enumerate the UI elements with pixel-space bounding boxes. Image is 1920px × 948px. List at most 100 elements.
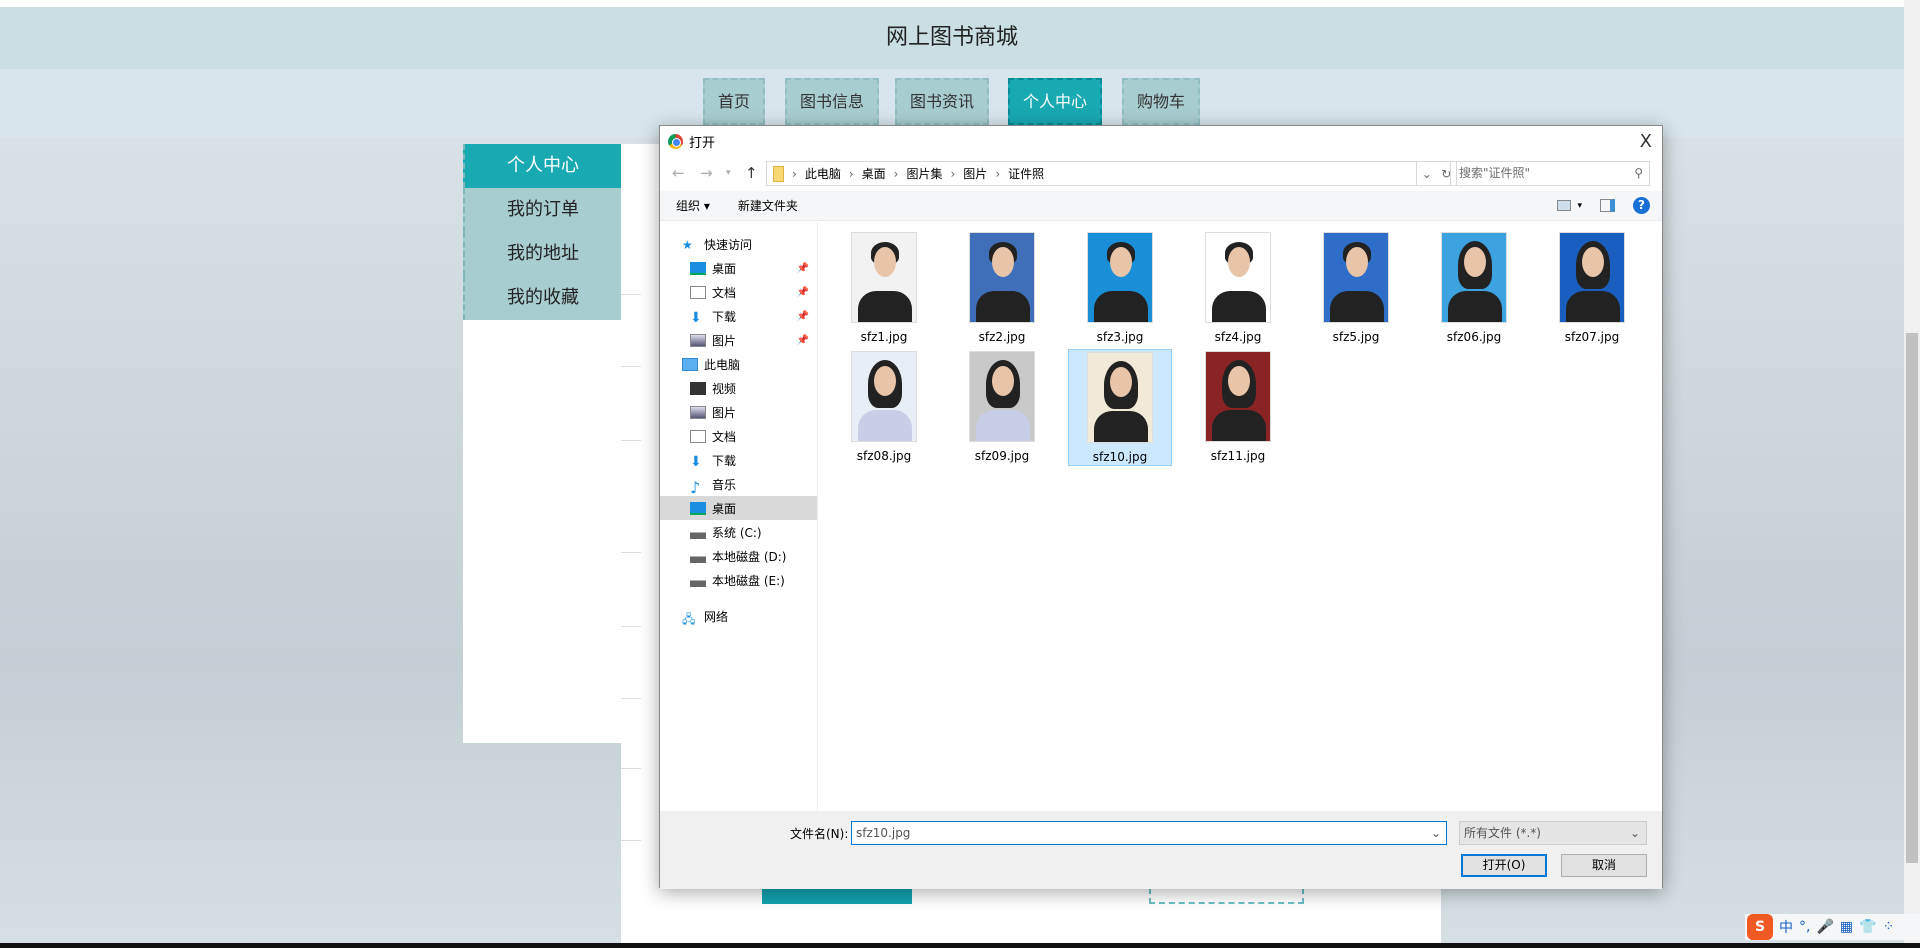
file-item[interactable]: sfz2.jpg	[950, 230, 1054, 347]
sidebar-item-orders[interactable]: 我的订单	[463, 188, 621, 232]
ime-skin-icon[interactable]: 👕	[1859, 919, 1876, 935]
reset-button[interactable]	[1149, 888, 1304, 904]
filename-label: 文件名(N):	[790, 827, 849, 841]
file-item[interactable]: sfz09.jpg	[950, 349, 1054, 466]
nav-item-label: 桌面	[712, 501, 737, 516]
sogou-logo-icon[interactable]: S	[1747, 914, 1773, 940]
forward-icon[interactable]: →	[700, 164, 713, 182]
video-icon	[690, 381, 706, 395]
file-item[interactable]: sfz06.jpg	[1422, 230, 1526, 347]
view-options-icon[interactable]	[1557, 200, 1572, 211]
pictures-icon	[690, 333, 706, 347]
file-item[interactable]: sfz07.jpg	[1540, 230, 1644, 347]
cancel-button[interactable]: 取消	[1561, 854, 1647, 877]
pin-icon[interactable]: 📌	[797, 311, 809, 322]
close-button[interactable]: X	[1640, 131, 1652, 152]
breadcrumb[interactable]: › 此电脑 › 桌面 › 图片集 › 图片 › 证件照	[766, 161, 1417, 186]
file-item[interactable]: sfz10.jpg	[1068, 349, 1172, 466]
file-item[interactable]: sfz3.jpg	[1068, 230, 1172, 347]
ime-punct-icon[interactable]: °,	[1799, 919, 1810, 935]
download-icon: ⬇	[690, 453, 702, 470]
ime-toolbar[interactable]: S 中 °, 🎤 ▦ 👕 ⁘	[1745, 914, 1920, 940]
nav-item[interactable]: 系统 (C:)	[660, 520, 817, 544]
file-name: sfz07.jpg	[1564, 330, 1620, 344]
nav-item[interactable]: ♪ 音乐	[660, 472, 817, 497]
breadcrumb-item[interactable]: 图片集	[906, 165, 942, 182]
file-item[interactable]: sfz5.jpg	[1304, 230, 1408, 347]
nav-home[interactable]: 首页	[703, 78, 765, 125]
nav-item[interactable]: 视频	[660, 376, 817, 400]
dialog-footer: 文件名(N): sfz10.jpg ⌄ 所有文件 (*.*) ⌄ 打开(O) 取消	[660, 811, 1662, 889]
dialog-titlebar[interactable]: 打开 X	[660, 126, 1662, 156]
nav-item[interactable]: 此电脑	[660, 352, 817, 376]
file-name: sfz06.jpg	[1446, 330, 1502, 344]
nav-item[interactable]: 图片	[660, 400, 817, 424]
nav-item[interactable]: ★ 快速访问	[660, 232, 817, 256]
help-icon[interactable]: ?	[1633, 197, 1650, 214]
drive-icon	[690, 549, 706, 563]
filetype-select[interactable]: 所有文件 (*.*) ⌄	[1459, 821, 1647, 845]
nav-item[interactable]: 桌面 📌	[660, 256, 817, 280]
breadcrumb-item[interactable]: 图片	[963, 165, 987, 182]
nav-item[interactable]: 本地磁盘 (E:)	[660, 568, 817, 592]
open-button[interactable]: 打开(O)	[1461, 854, 1547, 877]
nav-item[interactable]: 图片 📌	[660, 328, 817, 352]
nav-item-label: 视频	[712, 381, 737, 396]
recent-chevron-icon[interactable]: ▾	[726, 168, 731, 178]
nav-book-news[interactable]: 图书资讯	[895, 78, 989, 125]
pin-icon[interactable]: 📌	[797, 263, 809, 274]
ime-keyboard-icon[interactable]: ▦	[1840, 919, 1853, 935]
nav-cart[interactable]: 购物车	[1122, 78, 1200, 125]
pin-icon[interactable]: 📌	[797, 287, 809, 298]
file-name: sfz11.jpg	[1210, 449, 1266, 463]
taskbar-edge	[0, 943, 1920, 948]
search-icon[interactable]: ⚲	[1634, 162, 1643, 185]
nav-item-label: 音乐	[712, 477, 737, 492]
chevron-down-icon[interactable]: ⌄	[1431, 822, 1441, 844]
search-input[interactable]: 搜索"证件照" ⚲	[1450, 161, 1650, 186]
up-icon[interactable]: ↑	[745, 164, 758, 182]
nav-item[interactable]: 桌面	[660, 496, 817, 520]
breadcrumb-item[interactable]: 证件照	[1008, 165, 1044, 182]
ime-lang[interactable]: 中	[1779, 917, 1793, 937]
nav-item-label: 系统 (C:)	[712, 525, 762, 540]
file-item[interactable]: sfz11.jpg	[1186, 349, 1290, 466]
new-folder-button[interactable]: 新建文件夹	[738, 197, 798, 214]
view-chevron-icon[interactable]: ▾	[1577, 201, 1582, 211]
breadcrumb-item[interactable]: 此电脑	[805, 165, 841, 182]
document-icon	[690, 285, 706, 299]
submit-button[interactable]	[762, 888, 912, 904]
sidebar-item-favorites[interactable]: 我的收藏	[463, 276, 621, 320]
photo-thumbnail	[1205, 351, 1271, 442]
sidebar-item-address[interactable]: 我的地址	[463, 232, 621, 276]
scrollbar-thumb[interactable]	[1906, 333, 1918, 863]
sidebar-item-personal-center[interactable]: 个人中心	[463, 144, 621, 188]
ime-mic-icon[interactable]: 🎤	[1816, 919, 1833, 935]
site-title: 网上图书商城	[885, 25, 1018, 50]
nav-item[interactable]: 🖧 网络	[660, 604, 817, 628]
file-item[interactable]: sfz1.jpg	[832, 230, 936, 347]
user-sidebar: 个人中心 我的订单 我的地址 我的收藏	[463, 144, 621, 743]
site-header: 网上图书商城	[0, 7, 1904, 69]
photo-thumbnail	[1087, 232, 1153, 323]
path-dropdown-icon[interactable]: ⌄	[1422, 167, 1432, 181]
pin-icon[interactable]: 📌	[797, 335, 809, 346]
file-item[interactable]: sfz08.jpg	[832, 349, 936, 466]
breadcrumb-item[interactable]: 桌面	[862, 165, 886, 182]
nav-personal-center[interactable]: 个人中心	[1008, 78, 1102, 125]
file-item[interactable]: sfz4.jpg	[1186, 230, 1290, 347]
nav-item[interactable]: ⬇ 下载 📌	[660, 304, 817, 328]
back-icon[interactable]: ←	[672, 164, 685, 182]
nav-book-info[interactable]: 图书信息	[785, 78, 879, 125]
organize-button[interactable]: 组织 ▾	[676, 197, 710, 214]
nav-item[interactable]: 文档	[660, 424, 817, 448]
ime-tools-icon[interactable]: ⁘	[1883, 919, 1895, 935]
chevron-down-icon[interactable]: ⌄	[1630, 822, 1640, 844]
filename-input[interactable]: sfz10.jpg ⌄	[851, 821, 1447, 845]
nav-item[interactable]: ⬇ 下载	[660, 448, 817, 472]
preview-pane-icon[interactable]	[1600, 199, 1615, 212]
folder-icon	[773, 165, 784, 182]
computer-icon	[682, 357, 698, 371]
nav-item[interactable]: 文档 📌	[660, 280, 817, 304]
nav-item[interactable]: 本地磁盘 (D:)	[660, 544, 817, 568]
